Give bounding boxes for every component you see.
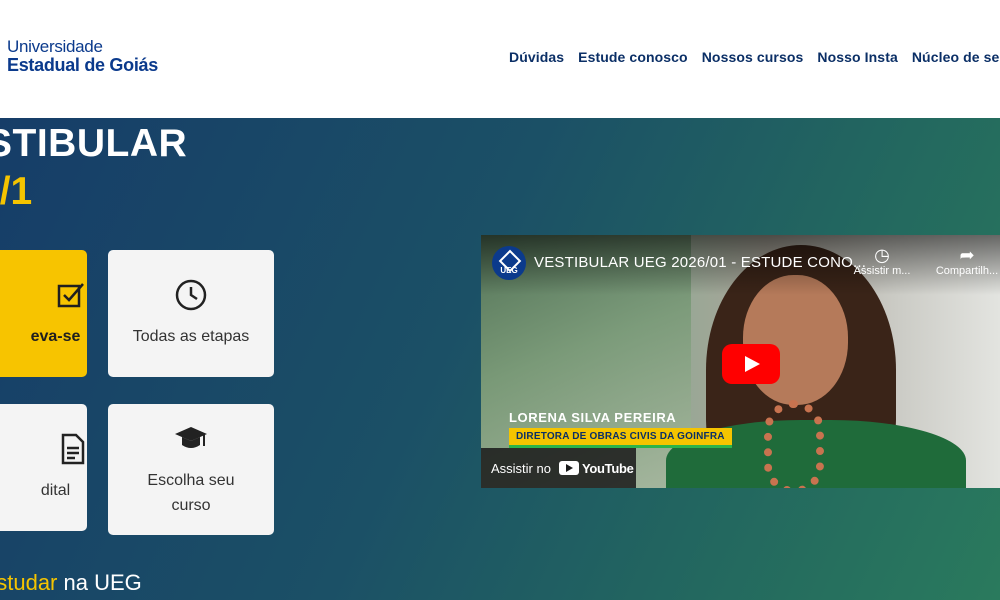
nav-nosso-insta[interactable]: Nosso Insta	[817, 49, 897, 65]
nav-estude-conosco[interactable]: Estude conosco	[578, 49, 688, 65]
nav-nucleo-selecao[interactable]: Núcleo de seleç	[912, 49, 1000, 65]
play-button[interactable]	[722, 344, 780, 384]
video-title[interactable]: VESTIBULAR UEG 2026/01 - ESTUDE CONO...	[534, 254, 866, 271]
logo-line-2: Estadual de Goiás	[7, 55, 158, 75]
nav-nossos-cursos[interactable]: Nossos cursos	[702, 49, 804, 65]
hero-tagline: estudar na UEG	[0, 570, 142, 596]
youtube-play-icon	[558, 461, 579, 475]
document-icon	[61, 433, 84, 465]
video-person-necklace	[764, 400, 824, 488]
hero-title: STIBULAR	[0, 122, 188, 165]
nav-duvidas[interactable]: Dúvidas	[509, 49, 564, 65]
clock-icon: ◷	[874, 245, 890, 265]
share-label: Compartilh...	[935, 265, 999, 277]
watch-later-label: Assistir m...	[853, 265, 911, 277]
card-label: Todas as etapas	[132, 328, 250, 345]
card-todas-etapas[interactable]: Todas as etapas	[108, 250, 274, 377]
tagline-rest: na UEG	[57, 570, 142, 595]
channel-avatar[interactable]: UEG	[492, 246, 526, 280]
clock-icon	[175, 279, 207, 311]
lower-third-role: DIRETORA DE OBRAS CIVIS DA GOINFRA	[509, 428, 732, 448]
hero-year: 6/1	[0, 170, 33, 213]
watch-on-label: Assistir no	[491, 460, 551, 476]
tagline-highlight: estudar	[0, 570, 58, 595]
hero-section: STIBULAR 6/1 eva-se Todas as etapas dita…	[0, 118, 1000, 600]
youtube-wordmark: YouTube	[581, 460, 634, 476]
graduation-cap-icon	[175, 426, 207, 448]
card-edital[interactable]: dital	[0, 404, 87, 531]
share-button[interactable]: ➦ Compartilh...	[932, 245, 1000, 277]
university-logo[interactable]: Universidade Estadual de Goiás	[7, 37, 158, 75]
lower-third-name: LORENA SILVA PEREIRA	[509, 410, 677, 425]
card-escolha-curso[interactable]: Escolha seu curso	[108, 404, 274, 535]
watch-later-button[interactable]: ◷ Assistir m...	[847, 245, 917, 277]
main-nav: Dúvidas Estude conosco Nossos cursos Nos…	[509, 49, 1000, 65]
checkbox-pen-icon	[57, 283, 84, 308]
card-label: Escolha seu curso	[147, 471, 235, 514]
logo-line-1: Universidade	[7, 37, 103, 56]
youtube-video-embed[interactable]: UEG VESTIBULAR UEG 2026/01 - ESTUDE CONO…	[481, 235, 1000, 488]
card-label: eva-se	[30, 328, 81, 345]
youtube-logo: YouTube	[558, 460, 634, 476]
share-arrow-icon: ➦	[959, 245, 975, 265]
card-label: dital	[40, 482, 71, 499]
watch-on-youtube-button[interactable]: Assistir no YouTube	[481, 448, 636, 488]
card-inscreva-se[interactable]: eva-se	[0, 250, 87, 377]
site-header: Universidade Estadual de Goiás Dúvidas E…	[0, 0, 1000, 118]
